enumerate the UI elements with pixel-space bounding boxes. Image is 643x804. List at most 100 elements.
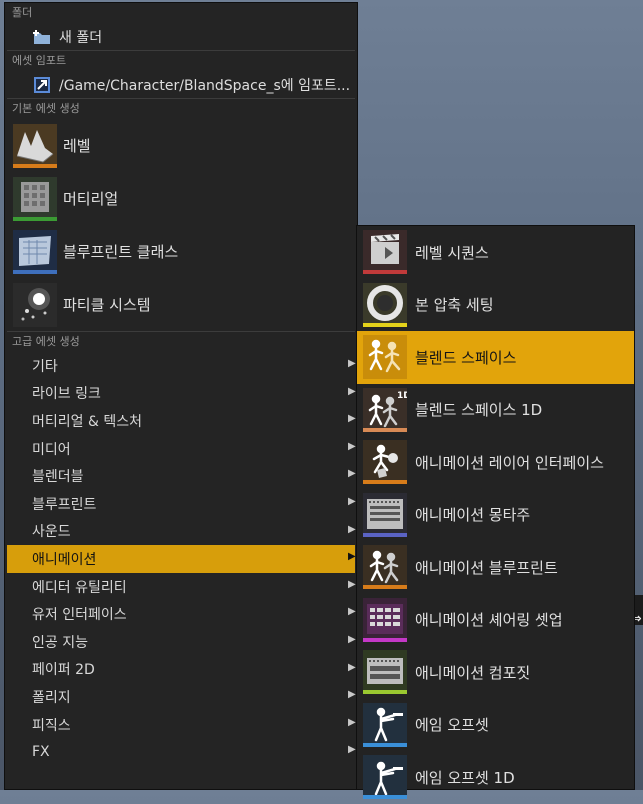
anim-item-bone-compression[interactable]: 본 압축 세팅: [357, 279, 634, 332]
basic-item-label: 머티리얼: [63, 190, 119, 208]
basic-item-label: 파티클 시스템: [63, 296, 151, 314]
submenu-item-live-link[interactable]: 라이브 링크 ▶: [5, 380, 357, 408]
anim-item-label: 애니메이션 셰어링 셋업: [415, 611, 563, 630]
aim-offset-color-strip: [363, 742, 407, 747]
basic-item-particle-system[interactable]: 파티클 시스템: [5, 278, 357, 331]
particle-system-icon: [13, 282, 57, 327]
submenu-arrow-icon: ▶: [348, 551, 356, 563]
animation-montage-color-strip: [363, 532, 407, 537]
anim-item-blend-space-1d[interactable]: 1D 블렌드 스페이스 1D: [357, 384, 634, 437]
aim-offset-1d-icon: [363, 755, 407, 800]
animation-montage-icon: [363, 492, 407, 537]
basic-item-label: 레벨: [63, 137, 91, 155]
animation-blueprint-color-strip: [363, 585, 407, 590]
submenu-item-user-interface[interactable]: 유저 인터페이스 ▶: [5, 600, 357, 628]
submenu-label: 유저 인터페이스: [32, 607, 127, 624]
submenu-arrow-icon: ▶: [348, 468, 356, 480]
svg-text:1D: 1D: [397, 391, 407, 401]
submenu-arrow-icon: ▶: [348, 744, 356, 756]
submenu-arrow-icon: ▶: [348, 633, 356, 645]
anim-item-label: 본 압축 세팅: [415, 296, 494, 315]
submenu-item-materials-textures[interactable]: 머티리얼 & 텍스처 ▶: [5, 407, 357, 435]
submenu-label: 머티리얼 & 텍스처: [32, 413, 142, 430]
anim-item-animation-blueprint[interactable]: 애니메이션 블루프린트: [357, 541, 634, 594]
level-sequence-color-strip: [363, 270, 407, 275]
submenu-arrow-icon: ▶: [348, 523, 356, 535]
submenu-label: 기타: [32, 358, 58, 375]
submenu-label: 라이브 링크: [32, 386, 101, 403]
anim-item-level-sequence[interactable]: 레벨 시퀀스: [357, 226, 634, 279]
anim-item-label: 에임 오프셋: [415, 716, 489, 735]
material-color-strip: [13, 216, 57, 221]
submenu-item-fx[interactable]: FX ▶: [5, 738, 357, 766]
anim-item-animation-montage[interactable]: 애니메이션 몽타주: [357, 489, 634, 542]
anim-item-label: 애니메이션 레이어 인터페이스: [415, 453, 604, 472]
bone-compression-color-strip: [363, 322, 407, 327]
submenu-item-editor-utilities[interactable]: 에디터 유틸리티 ▶: [5, 573, 357, 601]
basic-item-material[interactable]: 머티리얼: [5, 172, 357, 225]
anim-item-blend-space[interactable]: 블렌드 스페이스: [357, 331, 634, 384]
anim-item-animation-composite[interactable]: 애니메이션 컴포짓: [357, 646, 634, 699]
aim-offset-icon: [363, 702, 407, 747]
animation-blueprint-icon: [363, 545, 407, 590]
submenu-label: 에디터 유틸리티: [32, 579, 127, 596]
submenu-item-blendables[interactable]: 블렌더블 ▶: [5, 462, 357, 490]
animation-layer-interface-color-strip: [363, 480, 407, 485]
import-icon: [32, 75, 52, 95]
blend-space-1d-icon: 1D: [363, 387, 407, 432]
submenu-item-sounds[interactable]: 사운드 ▶: [5, 518, 357, 546]
blend-space-1d-color-strip: [363, 427, 407, 432]
anim-item-animation-layer-interface[interactable]: 애니메이션 레이어 인터페이스: [357, 436, 634, 489]
submenu-label: 애니메이션: [32, 551, 97, 568]
submenu-item-ai[interactable]: 인공 지능 ▶: [5, 628, 357, 656]
submenu-arrow-icon: ▶: [348, 385, 356, 397]
level-color-strip: [13, 163, 57, 168]
animation-composite-color-strip: [363, 690, 407, 695]
anim-item-animation-sharing-setup[interactable]: 애니메이션 셰어링 셋업: [357, 594, 634, 647]
submenu-item-misc[interactable]: 기타 ▶: [5, 352, 357, 380]
content-browser-context-menu: 폴더 새 폴더 에셋 임포트 /Game/Character/BlandSpac…: [4, 2, 358, 790]
basic-item-blueprint-class[interactable]: 블루프린트 클래스: [5, 225, 357, 278]
submenu-item-media[interactable]: 미디어 ▶: [5, 435, 357, 463]
submenu-item-foliage[interactable]: 폴리지 ▶: [5, 683, 357, 711]
blueprint-color-strip: [13, 269, 57, 274]
import-item[interactable]: /Game/Character/BlandSpace_s에 임포트...: [5, 71, 357, 98]
submenu-label: 블렌더블: [32, 469, 84, 486]
submenu-label: 피직스: [32, 717, 71, 734]
anim-item-label: 애니메이션 몽타주: [415, 506, 531, 525]
material-icon: [13, 176, 57, 221]
submenu-item-animation[interactable]: 애니메이션 ▶: [7, 545, 356, 573]
level-icon: [13, 123, 57, 168]
anim-item-aim-offset-1d[interactable]: 에임 오프셋 1D: [357, 751, 634, 804]
submenu-label: FX: [32, 744, 50, 761]
submenu-arrow-icon: ▶: [348, 578, 356, 590]
basic-item-level[interactable]: 레벨: [5, 119, 357, 172]
anim-item-label: 레벨 시퀀스: [415, 243, 489, 262]
animation-layer-interface-icon: [363, 440, 407, 485]
submenu-item-blueprints[interactable]: 블루프린트 ▶: [5, 490, 357, 518]
anim-item-label: 애니메이션 블루프린트: [415, 558, 558, 577]
section-header-basic-assets: 기본 에셋 생성: [12, 102, 80, 115]
submenu-item-paper2d[interactable]: 페이퍼 2D ▶: [5, 656, 357, 684]
submenu-label: 블루프린트: [32, 496, 97, 513]
anim-item-label: 애니메이션 컴포짓: [415, 663, 531, 682]
anim-item-label: 블렌드 스페이스 1D: [415, 401, 543, 420]
blueprint-class-icon: [13, 229, 57, 274]
anim-item-label: 에임 오프셋 1D: [415, 768, 515, 787]
submenu-label: 페이퍼 2D: [32, 662, 95, 679]
import-path-label: /Game/Character/BlandSpace_s에 임포트...: [59, 77, 351, 94]
new-folder-icon: [32, 27, 52, 47]
submenu-arrow-icon: ▶: [348, 495, 356, 507]
submenu-label: 인공 지능: [32, 634, 88, 651]
animation-composite-icon: [363, 650, 407, 695]
submenu-arrow-icon: ▶: [348, 689, 356, 701]
submenu-label: 사운드: [32, 524, 71, 541]
animation-submenu: 레벨 시퀀스 본 압축 세팅 블렌드 스페이스 1D 블렌드 스페이스 1D 애…: [356, 225, 635, 800]
submenu-item-physics[interactable]: 피직스 ▶: [5, 711, 357, 739]
anim-item-aim-offset[interactable]: 에임 오프셋: [357, 699, 634, 752]
submenu-arrow-icon: ▶: [348, 358, 356, 369]
new-folder-item[interactable]: 새 폴더: [5, 23, 357, 50]
level-sequence-icon: [363, 230, 407, 275]
submenu-arrow-icon: ▶: [348, 716, 356, 728]
section-header-advanced-assets: 고급 에셋 생성: [12, 335, 80, 348]
